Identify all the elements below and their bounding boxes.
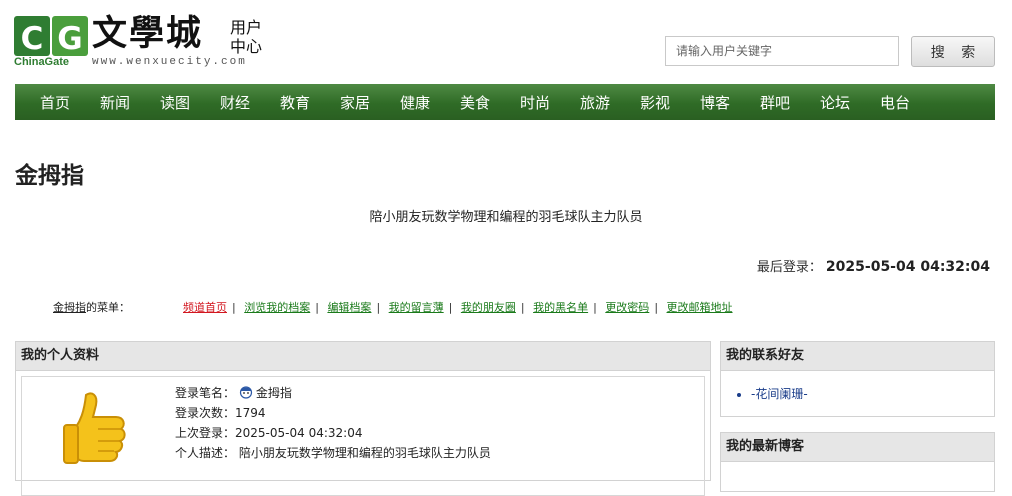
nav-item-home[interactable]: 首页 bbox=[25, 92, 85, 113]
menu-owner-name[interactable]: 金拇指 bbox=[53, 301, 86, 314]
brand-domain: www.wenxuecity.com bbox=[92, 56, 247, 68]
profile-box: 登录笔名： 金拇指 登录次数：1794 上次登录：2025-05-04 04:3… bbox=[21, 376, 705, 496]
menu-friends-circle[interactable]: 我的朋友圈 bbox=[461, 301, 516, 314]
menu-channel-home[interactable]: 频道首页 bbox=[183, 301, 227, 314]
last-login: 最后登录： 2025-05-04 04:32:04 bbox=[757, 256, 990, 275]
nav-item-home-living[interactable]: 家居 bbox=[325, 92, 385, 113]
profile-pen-name[interactable]: 金拇指 bbox=[256, 386, 292, 400]
last-login-label: 最后登录： bbox=[756, 260, 822, 275]
menu-guestbook[interactable]: 我的留言薄 bbox=[389, 301, 444, 314]
profile-details: 登录笔名： 金拇指 登录次数：1794 上次登录：2025-05-04 04:3… bbox=[175, 386, 491, 460]
nav-item-blog[interactable]: 博客 bbox=[685, 92, 745, 113]
menu-change-password[interactable]: 更改密码 bbox=[605, 301, 649, 314]
thumbs-up-avatar-icon bbox=[56, 385, 138, 467]
user-motto: 陪小朋友玩数学物理和编程的羽毛球队主力队员 bbox=[369, 210, 643, 225]
nav-item-finance[interactable]: 财经 bbox=[205, 92, 265, 113]
profile-panel: 我的个人资料 登录笔名： 金拇指 登录次数：1794 上次登录：2025-05-… bbox=[15, 341, 711, 496]
menu-view-profile[interactable]: 浏览我的档案 bbox=[244, 301, 310, 314]
nav-item-travel[interactable]: 旅游 bbox=[565, 92, 625, 113]
friends-panel: 我的联系好友 -花间阑珊- bbox=[720, 341, 995, 417]
nav-item-radio[interactable]: 电台 bbox=[865, 92, 925, 113]
friend-list: -花间阑珊- bbox=[751, 385, 994, 402]
search-button[interactable]: 搜 索 bbox=[911, 36, 995, 67]
user-center-label: 用户 中心 bbox=[230, 18, 263, 56]
friend-item[interactable]: -花间阑珊- bbox=[751, 385, 994, 402]
nav-item-forum[interactable]: 论坛 bbox=[805, 92, 865, 113]
chinagate-text: ChinaGate bbox=[14, 56, 70, 68]
main-nav: 首页 新闻 读图 财经 教育 家居 健康 美食 时尚 旅游 影视 博客 群吧 论… bbox=[15, 84, 995, 120]
profile-login-count: 1794 bbox=[235, 406, 266, 420]
nav-item-fashion[interactable]: 时尚 bbox=[505, 92, 565, 113]
latest-blogs-panel: 我的最新博客 bbox=[720, 432, 995, 492]
menu-edit-profile[interactable]: 编辑档案 bbox=[327, 301, 371, 314]
user-search-input[interactable] bbox=[665, 36, 899, 66]
chinagate-logo-mark: C G bbox=[14, 12, 88, 58]
nav-item-education[interactable]: 教育 bbox=[265, 92, 325, 113]
user-menu: 频道首页 | 浏览我的档案 | 编辑档案 | 我的留言薄 | 我的朋友圈 | 我的黑名单 |… bbox=[183, 301, 733, 314]
profile-description: 陪小朋友玩数学物理和编程的羽毛球队主力队员 bbox=[238, 446, 491, 460]
site-logo[interactable]: C G ChinaGate 文學城 www.wenxuecity.com 用户 … bbox=[14, 10, 270, 72]
profile-panel-heading: 我的个人资料 bbox=[16, 342, 710, 371]
menu-blacklist[interactable]: 我的黑名单 bbox=[533, 301, 588, 314]
menu-owner: 金拇指的菜单： bbox=[53, 301, 130, 314]
brand-name: 文學城 bbox=[92, 13, 204, 54]
nav-item-movies[interactable]: 影视 bbox=[625, 92, 685, 113]
nav-item-photos[interactable]: 读图 bbox=[145, 92, 205, 113]
nav-item-health[interactable]: 健康 bbox=[385, 92, 445, 113]
nav-item-food[interactable]: 美食 bbox=[445, 92, 505, 113]
menu-change-email[interactable]: 更改邮箱地址 bbox=[667, 301, 733, 314]
friends-panel-heading: 我的联系好友 bbox=[721, 342, 994, 371]
profile-last-login: 2025-05-04 04:32:04 bbox=[235, 426, 363, 440]
last-login-value: 2025-05-04 04:32:04 bbox=[825, 259, 990, 275]
nav-item-news[interactable]: 新闻 bbox=[85, 92, 145, 113]
user-face-icon bbox=[239, 386, 252, 399]
page-title: 金拇指 bbox=[15, 163, 84, 189]
latest-blogs-heading: 我的最新博客 bbox=[721, 433, 994, 462]
nav-item-groups[interactable]: 群吧 bbox=[745, 92, 805, 113]
